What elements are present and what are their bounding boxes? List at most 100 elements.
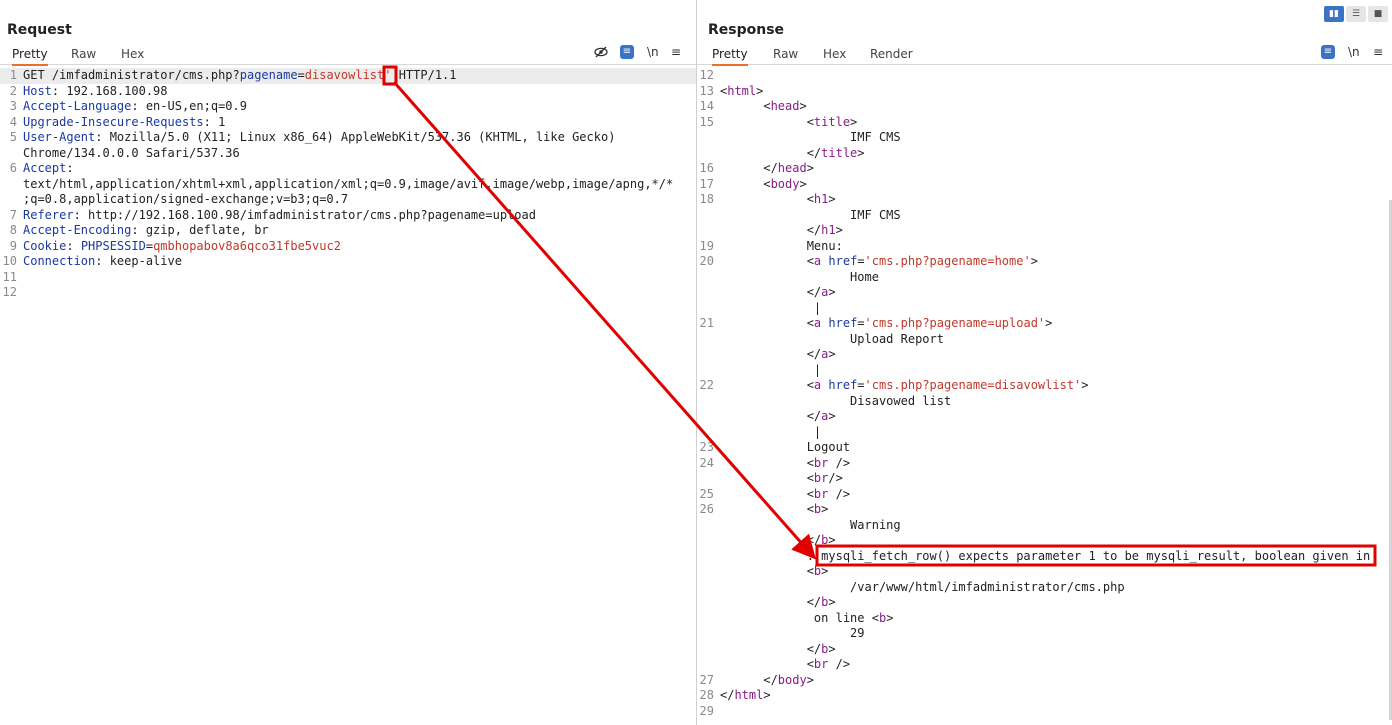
code-token: /var/www/html/imfadministrator/cms.php [720, 579, 1125, 594]
menu-icon[interactable]: ≡ [1373, 45, 1383, 59]
code-text: Host: 192.168.100.98 [23, 84, 168, 100]
code-line: 4 Upgrade-Insecure-Requests: 1 [0, 115, 696, 131]
code-text: </head> [720, 161, 814, 177]
request-editor[interactable]: 1 GET /imfadministrator/cms.php?pagename=… [0, 68, 696, 301]
line-number: 27 [699, 672, 714, 687]
code-text: Accept-Language: en-US,en;q=0.9 [23, 99, 247, 115]
code-line: 19 Menu: [697, 239, 1392, 255]
code-text: <title> [720, 115, 858, 131]
code-line: 12 [0, 285, 696, 301]
tab-hex[interactable]: Hex [121, 47, 144, 64]
code-token: </ [720, 347, 822, 361]
newline-toggle[interactable]: \n [1348, 45, 1360, 59]
code-line: | [697, 363, 1392, 379]
eye-off-icon[interactable] [594, 45, 608, 62]
single-panel-icon[interactable]: ■ [1368, 6, 1388, 22]
code-token: > [835, 223, 843, 237]
code-text: Menu: [720, 239, 843, 255]
request-panel: Request Pretty Raw Hex ≡ \n ≡ 1 GET /imfa… [0, 0, 697, 725]
tab-render[interactable]: Render [870, 47, 913, 64]
code-text: 29 [720, 626, 864, 642]
code-token: < [720, 192, 814, 206]
code-token: = [857, 316, 865, 330]
code-text: Warning [720, 518, 901, 534]
split-rows-icon[interactable]: ☰ [1346, 6, 1366, 22]
code-token: head [770, 99, 800, 113]
code-text: <br /> [720, 657, 850, 673]
code-line: <b> [697, 564, 1392, 580]
code-line: 14 <head> [697, 99, 1392, 115]
code-token: : 192.168.100.98 [51, 83, 168, 98]
code-token: Cookie [23, 238, 67, 253]
code-token: > [799, 99, 807, 113]
code-token: > [886, 610, 894, 625]
code-line: 13 <html> [697, 84, 1392, 100]
word-wrap-icon[interactable]: ≡ [620, 45, 634, 59]
code-token: body [770, 176, 800, 191]
code-token: Disavowed list [720, 393, 952, 408]
code-text: IMF CMS [720, 208, 901, 224]
code-token: < [720, 486, 814, 501]
code-line: text/html,application/xhtml+xml,applicat… [0, 177, 696, 193]
code-token: qmbhopabov8a6qco31fbe5vuc2 [153, 238, 341, 253]
split-columns-icon[interactable]: ▮▮ [1324, 6, 1344, 22]
tab-pretty[interactable]: Pretty [12, 47, 48, 66]
line-number: 3 [9, 99, 17, 113]
code-text: | [720, 425, 821, 441]
code-token: < [720, 471, 814, 485]
code-token: | [720, 362, 822, 377]
line-number: 9 [9, 238, 17, 253]
code-text: Referer: http://192.168.100.98/imfadmini… [23, 208, 536, 224]
code-line: 29 [697, 704, 1392, 720]
response-editor[interactable]: 12 13 <html> 14 <head> 15 <title> IMF CMS </… [697, 68, 1392, 719]
line-number: 8 [9, 223, 17, 237]
line-number: 28 [699, 688, 714, 702]
code-token: /> [828, 657, 851, 671]
code-line: Disavowed list [697, 394, 1392, 410]
code-text: Upgrade-Insecure-Requests: 1 [23, 115, 225, 131]
tab-pretty[interactable]: Pretty [712, 47, 748, 66]
newline-toggle[interactable]: \n [647, 45, 659, 59]
code-token: 'cms.php?pagename=home' [864, 254, 1031, 268]
code-token: > [763, 688, 771, 702]
line-number: 4 [9, 114, 17, 129]
code-token: > [806, 672, 814, 687]
code-token: < [720, 176, 771, 191]
word-wrap-icon[interactable]: ≡ [1321, 45, 1335, 59]
code-line: ;q=0.8,application/signed-exchange;v=b3;… [0, 192, 696, 208]
code-line: 23 Logout [697, 440, 1392, 456]
code-token: </ [720, 641, 822, 656]
code-token: PHPSESSID [80, 238, 146, 253]
code-line: 6 Accept: [0, 161, 696, 177]
code-token: : Mozilla/5.0 (X11; Linux x86_64) AppleW… [95, 130, 616, 144]
code-token: < [720, 378, 814, 392]
code-line: 12 [697, 68, 1392, 84]
code-token: Upgrade-Insecure-Requests [23, 114, 204, 129]
code-token: > [821, 502, 829, 516]
code-line: IMF CMS [697, 130, 1392, 146]
code-line: </title> [697, 146, 1392, 162]
response-panel: ▮▮ ☰ ■ Response Pretty Raw Hex Render ≡ … [697, 0, 1392, 725]
line-number: 1 [9, 68, 17, 82]
tab-raw[interactable]: Raw [773, 47, 798, 64]
menu-icon[interactable]: ≡ [671, 45, 681, 59]
code-line: on line <b> [697, 611, 1392, 627]
code-token: href [828, 316, 858, 330]
code-token: </ [720, 285, 822, 299]
code-line: 7 Referer: http://192.168.100.98/imfadmin… [0, 208, 696, 224]
code-token: : 1 [203, 114, 226, 129]
line-number: 14 [699, 99, 714, 113]
code-token: </ [720, 595, 822, 609]
code-token: > [1030, 254, 1038, 268]
code-line: </a> [697, 285, 1392, 301]
response-tabs: Pretty Raw Hex Render [697, 44, 1392, 66]
tab-raw[interactable]: Raw [71, 47, 96, 64]
line-number: 19 [699, 238, 714, 253]
code-line: 26 <b> [697, 502, 1392, 518]
tab-hex[interactable]: Hex [823, 47, 846, 64]
code-token: href [828, 254, 858, 268]
response-title: Response [708, 22, 785, 38]
code-text: </html> [720, 688, 771, 704]
code-token: HTTP/1.1 [391, 68, 457, 82]
request-title: Request [7, 22, 72, 38]
